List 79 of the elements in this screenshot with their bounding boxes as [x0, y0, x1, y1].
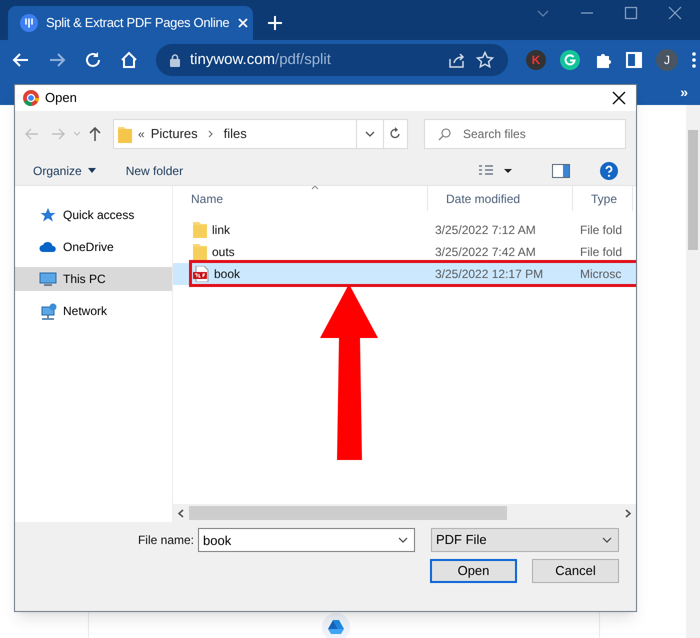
file-type-dropdown[interactable]: PDF File [431, 528, 619, 552]
star-icon[interactable] [476, 51, 494, 69]
lock-icon [170, 54, 180, 66]
file-name-field[interactable]: book [198, 528, 415, 552]
chrome-icon [23, 90, 39, 106]
file-row[interactable]: outs 3/25/2022 7:42 AM File fold [173, 241, 636, 263]
close-icon[interactable] [612, 91, 626, 105]
forward-icon[interactable] [48, 51, 66, 69]
help-icon[interactable] [600, 162, 618, 180]
address-bar[interactable]: tinywow.com/pdf/split [156, 44, 508, 76]
refresh-button[interactable] [382, 118, 408, 148]
type-cell-text: File fold [579, 222, 624, 239]
file-row[interactable]: link 3/25/2022 7:12 AM File fold [173, 219, 636, 241]
preview-pane-icon[interactable] [552, 164, 570, 178]
breadcrumb-item[interactable]: Pictures [150, 124, 198, 144]
maximize-icon[interactable] [624, 6, 638, 20]
scroll-right-icon[interactable] [624, 508, 632, 518]
pdf-file-icon [193, 266, 209, 282]
refresh-icon [389, 127, 402, 140]
overflow-chevron[interactable]: « [138, 124, 145, 142]
more-icon[interactable] [692, 52, 696, 68]
page-scrollbar[interactable] [686, 105, 700, 638]
nav-item[interactable]: OneDrive [15, 235, 172, 259]
puzzle-icon[interactable] [594, 51, 612, 69]
column-header[interactable]: Name [173, 186, 428, 211]
home-icon[interactable] [120, 51, 138, 69]
column-header[interactable]: Type [573, 186, 633, 211]
back-icon[interactable] [12, 51, 30, 69]
view-options-icon[interactable] [478, 164, 514, 178]
toolbar-button[interactable]: New folder [126, 162, 184, 180]
nav-item[interactable]: Quick access [15, 203, 172, 227]
dialog-button[interactable]: Cancel [532, 559, 619, 583]
search-field[interactable]: Search files [424, 118, 626, 148]
tab-title: Split & Extract PDF Pages Online [46, 14, 230, 32]
folder-icon [193, 244, 207, 260]
file-row[interactable]: book 3/25/2022 12:17 PM Microsc [173, 263, 636, 285]
computer-icon [39, 270, 57, 288]
up-arrow-icon[interactable] [89, 126, 101, 140]
search-icon [438, 128, 451, 140]
chevron-down-icon [364, 130, 375, 136]
profile-avatar[interactable]: J [656, 49, 678, 71]
file-name: outs [212, 244, 235, 261]
grammarly-icon[interactable] [560, 50, 580, 70]
file-name: link [212, 222, 230, 239]
breadcrumb-bar[interactable]: « Pictures files [113, 118, 358, 148]
dialog-button[interactable]: Open [430, 559, 517, 583]
date-cell-text: 3/25/2022 7:42 AM [434, 244, 537, 261]
date-cell-text: 3/25/2022 12:17 PM [434, 266, 544, 283]
chevron-down-icon[interactable] [398, 537, 408, 543]
breadcrumb-item[interactable]: files [224, 124, 247, 144]
nav-item[interactable]: Network [15, 299, 172, 323]
reload-icon[interactable] [84, 51, 102, 69]
side-panel-icon[interactable] [626, 52, 642, 68]
tab-logo-icon [20, 14, 38, 32]
folder-icon [118, 124, 132, 142]
column-header[interactable]: Date modified [428, 186, 573, 211]
type-cell-text: File fold [579, 244, 624, 261]
share-icon[interactable] [448, 52, 466, 68]
network-icon [39, 302, 57, 320]
nav-item[interactable]: This PC [15, 267, 172, 291]
field-label: File name: [138, 532, 194, 549]
sort-up-icon [311, 186, 319, 190]
new-tab-icon[interactable] [267, 15, 283, 31]
folder-icon [193, 222, 207, 238]
dialog-title: Open [45, 89, 78, 108]
toolbar-button[interactable]: Organize [33, 162, 96, 180]
horizontal-scrollbar[interactable] [173, 504, 636, 522]
scroll-left-icon[interactable] [177, 508, 185, 518]
caret-icon [88, 168, 96, 173]
url-text: tinywow.com/pdf/split [190, 50, 332, 70]
date-cell-text: 3/25/2022 7:12 AM [434, 222, 537, 239]
star-icon [39, 206, 57, 224]
bookmarks-overflow-button[interactable]: » [680, 82, 688, 103]
file-name: book [214, 266, 240, 283]
drive-icon[interactable] [328, 620, 344, 634]
chevron-down-icon [602, 537, 612, 543]
chevron-right-icon [208, 130, 214, 138]
browser-tab[interactable]: Split & Extract PDF Pages Online [8, 6, 253, 40]
type-cell-text: Microsc [579, 266, 622, 283]
